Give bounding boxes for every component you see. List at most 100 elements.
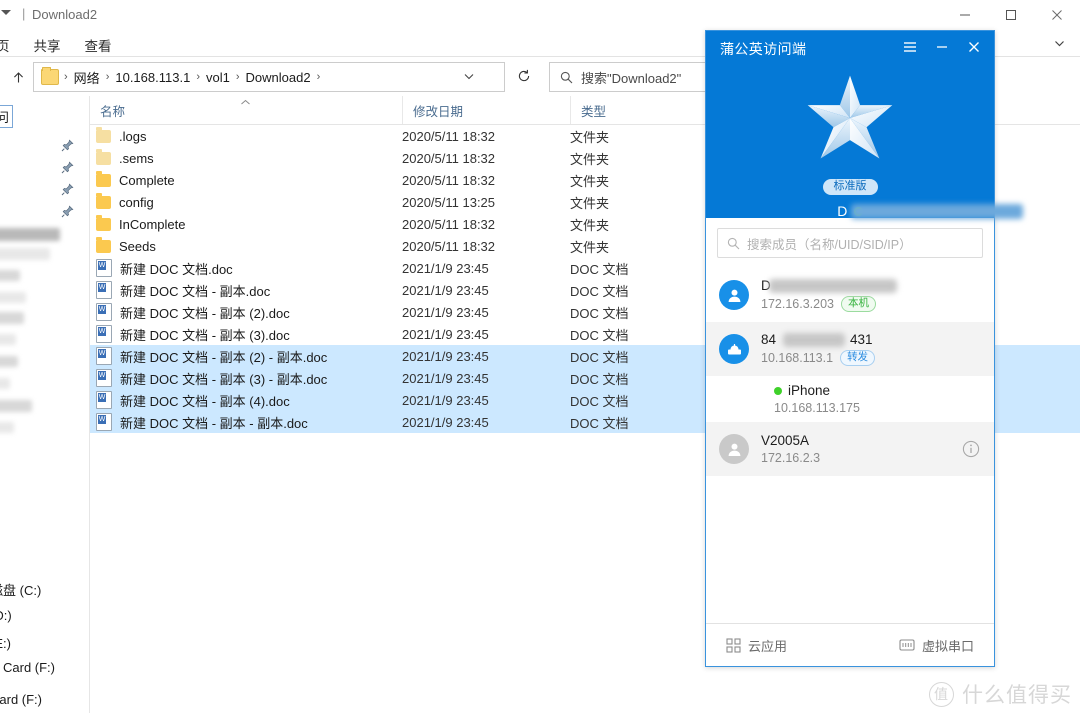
pgyvpn-window-controls bbox=[894, 35, 990, 59]
redacted-sidebar-item bbox=[0, 228, 60, 241]
sidebar-item-drive-e[interactable]: (E:) bbox=[0, 636, 11, 651]
file-name-cell: config bbox=[90, 191, 154, 213]
file-type: 文件夹 bbox=[570, 239, 610, 255]
quick-access-toolbar[interactable] bbox=[0, 6, 12, 18]
grid-apps-icon bbox=[726, 637, 741, 653]
file-type: 文件夹 bbox=[570, 217, 610, 233]
caret-down-icon[interactable] bbox=[0, 6, 12, 18]
file-date: 2021/1/9 23:45 bbox=[402, 414, 489, 430]
file-type: DOC 文档 bbox=[570, 393, 629, 409]
redacted-member-name bbox=[783, 333, 845, 348]
file-date: 2021/1/9 23:45 bbox=[402, 304, 489, 320]
file-name: .logs bbox=[119, 128, 147, 144]
sidebar-item-quick-access[interactable]: 问 bbox=[0, 105, 14, 128]
hamburger-icon[interactable] bbox=[894, 35, 926, 59]
close-button[interactable] bbox=[1034, 0, 1080, 30]
member-search-box[interactable]: 搜索成员（名称/UID/SID/IP） bbox=[717, 228, 983, 258]
explorer-titlebar: | Download2 bbox=[0, 0, 1080, 30]
tab-share[interactable]: 共享 bbox=[34, 33, 75, 58]
navigation-pane: 问 磁盘 (C:) (D:) (E bbox=[0, 96, 90, 713]
cloud-apps-button[interactable]: 云应用 bbox=[726, 636, 787, 655]
member-sub-row: 10.168.113.175 bbox=[774, 401, 980, 415]
search-icon bbox=[560, 71, 573, 84]
file-name: 新建 DOC 文档 - 副本 (3).doc bbox=[120, 327, 290, 343]
column-header-date[interactable]: 修改日期 bbox=[402, 96, 570, 124]
maximize-button[interactable] bbox=[988, 0, 1034, 30]
redacted-sidebar-item bbox=[0, 378, 10, 389]
pgyvpn-title: 蒲公英访问端 bbox=[720, 41, 807, 57]
address-dropdown-icon[interactable] bbox=[458, 63, 480, 89]
pgyvpn-close-button[interactable] bbox=[958, 35, 990, 59]
file-name: config bbox=[119, 194, 154, 210]
file-date: 2021/1/9 23:45 bbox=[402, 282, 489, 298]
search-input[interactable]: 搜索"Download2" bbox=[581, 68, 681, 87]
file-date: 2020/5/11 18:32 bbox=[402, 238, 496, 254]
screen: | Download2 页 共享 查看 › 网络 › 10.168.113.1 … bbox=[0, 0, 1080, 713]
list-item[interactable]: 84 431 10.168.113.1 转发 bbox=[706, 322, 994, 376]
file-date: 2020/5/11 18:32 bbox=[402, 216, 496, 232]
file-type: DOC 文档 bbox=[570, 415, 629, 431]
chevron-down-icon[interactable] bbox=[1044, 32, 1074, 54]
folder-icon bbox=[96, 214, 111, 231]
column-header-name[interactable]: 名称 bbox=[90, 96, 402, 124]
breadcrumb-item-network[interactable]: 网络 bbox=[71, 68, 103, 87]
file-date: 2021/1/9 23:45 bbox=[402, 370, 489, 386]
address-bar[interactable]: › 网络 › 10.168.113.1 › vol1 › Download2 › bbox=[33, 62, 505, 92]
status-badge: 本机 bbox=[841, 296, 876, 312]
sidebar-item-drive-c[interactable]: 磁盘 (C:) bbox=[0, 580, 41, 599]
folder-icon bbox=[96, 192, 111, 209]
redacted-sidebar-item bbox=[0, 356, 18, 367]
file-name-cell: Complete bbox=[90, 169, 175, 191]
tab-view[interactable]: 查看 bbox=[85, 33, 126, 58]
arrow-up-icon[interactable] bbox=[6, 65, 30, 89]
doc-file-icon bbox=[96, 347, 112, 365]
pgyvpn-minimize-button[interactable] bbox=[926, 35, 958, 59]
folder-icon bbox=[96, 148, 111, 165]
list-item[interactable]: D 172.16.3.203 本机 bbox=[706, 268, 994, 322]
pin-icon[interactable] bbox=[61, 205, 75, 219]
sidebar-item-sd-card-f[interactable]: C Card (F:) bbox=[0, 660, 55, 675]
file-name-cell: 新建 DOC 文档 - 副本 (3).doc bbox=[90, 323, 290, 345]
redacted-sidebar-item bbox=[0, 422, 14, 433]
redacted-sidebar-item bbox=[0, 334, 16, 345]
virtual-serial-port-button[interactable]: 虚拟串口 bbox=[899, 636, 974, 655]
edition-badge: 标准版 bbox=[706, 179, 994, 195]
file-date: 2020/5/11 18:32 bbox=[402, 150, 496, 166]
member-search-input[interactable]: 搜索成员（名称/UID/SID/IP） bbox=[747, 234, 912, 253]
doc-file-icon bbox=[96, 281, 112, 299]
member-name-suffix: 431 bbox=[850, 332, 873, 348]
list-item[interactable]: V2005A 172.16.2.3 bbox=[706, 422, 994, 476]
file-date: 2020/5/11 18:32 bbox=[402, 128, 496, 144]
sidebar-item-drive-d[interactable]: (D:) bbox=[0, 608, 12, 623]
member-ip: 172.16.2.3 bbox=[761, 451, 821, 465]
refresh-icon[interactable] bbox=[512, 64, 536, 88]
file-name-cell: .logs bbox=[90, 125, 146, 147]
list-item[interactable]: iPhone 10.168.113.175 bbox=[706, 376, 994, 422]
file-name: 新建 DOC 文档 - 副本 (2) - 副本.doc bbox=[120, 349, 328, 365]
breadcrumb-item-download2[interactable]: Download2 bbox=[243, 70, 314, 85]
redacted-sidebar-item bbox=[0, 292, 26, 303]
file-type: DOC 文档 bbox=[570, 261, 629, 277]
pgyvpn-footer: 云应用 虚拟串口 bbox=[706, 623, 994, 666]
pin-icon[interactable] bbox=[61, 161, 75, 175]
member-info: iPhone 10.168.113.175 bbox=[719, 383, 980, 415]
redacted-sidebar-item bbox=[0, 312, 24, 324]
breadcrumb-item-vol1[interactable]: vol1 bbox=[203, 70, 233, 85]
member-sub-row: 172.16.2.3 bbox=[761, 451, 962, 465]
minimize-button[interactable] bbox=[942, 0, 988, 30]
breadcrumb-separator: › bbox=[235, 70, 240, 83]
file-type: DOC 文档 bbox=[570, 305, 629, 321]
redacted-device-name bbox=[851, 204, 1024, 219]
info-icon[interactable] bbox=[962, 440, 980, 458]
member-info: 84 431 10.168.113.1 转发 bbox=[761, 332, 980, 366]
sidebar-item-card-f[interactable]: Card (F:) bbox=[0, 692, 42, 707]
member-name-row: D bbox=[761, 278, 980, 294]
file-name-cell: 新建 DOC 文档 - 副本.doc bbox=[90, 279, 270, 301]
folder-icon bbox=[41, 67, 59, 85]
file-name-cell: 新建 DOC 文档 - 副本 (2) - 副本.doc bbox=[90, 345, 327, 367]
pin-icon[interactable] bbox=[61, 183, 75, 197]
pin-icon[interactable] bbox=[61, 139, 75, 153]
breadcrumb-item-host[interactable]: 10.168.113.1 bbox=[112, 70, 193, 85]
tab-home[interactable]: 页 bbox=[0, 33, 24, 58]
file-name: InComplete bbox=[119, 216, 186, 232]
